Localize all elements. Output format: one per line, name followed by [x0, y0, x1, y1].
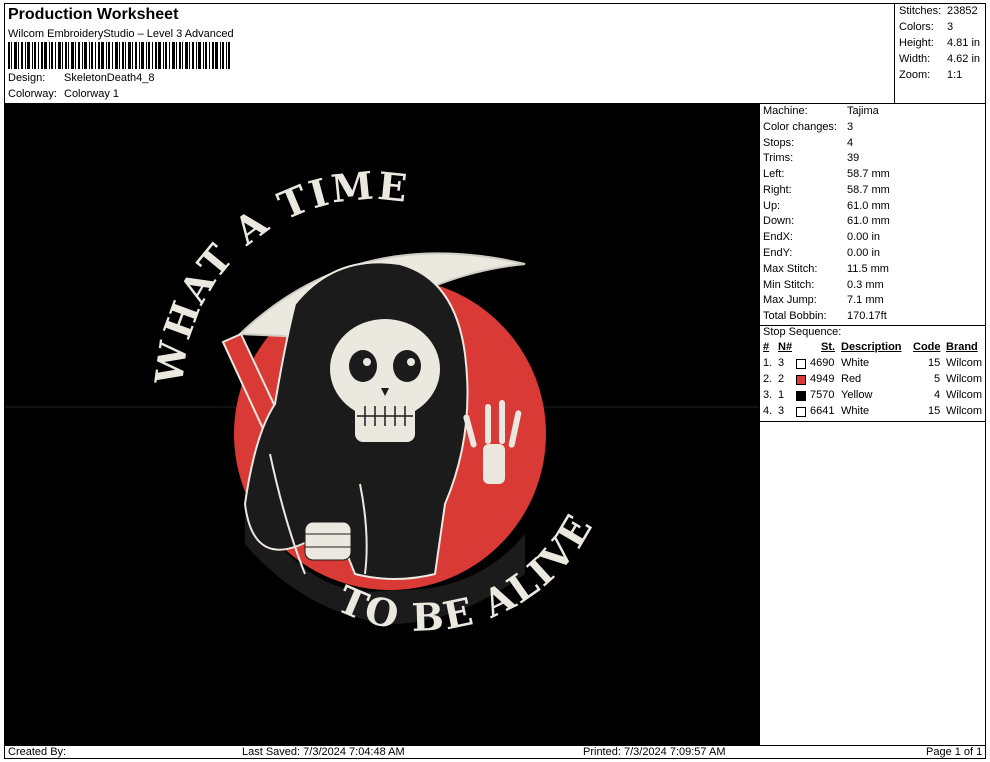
footer-created-by: Created By:: [8, 746, 67, 758]
barcode-image: [8, 42, 230, 69]
stat-zoom: Zoom: 1:1: [899, 69, 963, 81]
stat-colors: Colors: 3: [899, 21, 954, 33]
info-color-changes: Color changes: 3: [763, 121, 854, 133]
info-up: Up: 61.0 mm: [763, 200, 890, 212]
design-label: Design:: [8, 72, 46, 84]
info-max-jump: Max Jump: 7.1 mm: [763, 294, 884, 306]
design-value: SkeletonDeath4_8: [64, 72, 155, 84]
footer-page-number: Page 1 of 1: [926, 746, 983, 758]
seq-header-code: Code: [913, 341, 941, 353]
info-endx: EndX: 0.00 in: [763, 231, 881, 243]
embroidery-design: WHAT A TIME TO BE ALIVE: [5, 162, 759, 640]
stat-width: Width: 4.62 in: [899, 53, 981, 65]
page-title: Production Worksheet: [8, 6, 179, 23]
info-total-bobbin: Total Bobbin: 170.17ft: [763, 310, 887, 322]
skull-left-eye: [349, 350, 377, 382]
info-endy: EndY: 0.00 in: [763, 247, 881, 259]
colorway-row: Colorway: Colorway 1: [8, 88, 119, 100]
skeleton-hand-left: [304, 521, 352, 561]
info-trims: Trims: 39: [763, 152, 860, 164]
design-name-row: Design: SkeletonDeath4_8: [8, 72, 155, 84]
skull-right-eye-highlight: [407, 358, 415, 366]
info-max-stitch: Max Stitch: 11.5 mm: [763, 263, 889, 275]
colorway-value: Colorway 1: [64, 88, 120, 100]
software-subtitle: Wilcom EmbroideryStudio – Level 3 Advanc…: [8, 28, 234, 40]
colorway-label: Colorway:: [8, 88, 57, 100]
color-swatch: [796, 359, 806, 369]
design-preview: WHAT A TIME TO BE ALIVE: [5, 104, 759, 745]
color-swatch: [796, 375, 806, 385]
table-row: 4. 3 6641 White 15 Wilcom: [763, 405, 983, 417]
table-row: 3. 1 7570 Yellow 4 Wilcom: [763, 389, 983, 401]
footer-last-saved: Last Saved: 7/3/2024 7:04:48 AM: [242, 746, 405, 758]
summary-stats: Stitches: 23852 Colors: 3 Height: 4.81 in W…: [894, 3, 986, 103]
footer-printed: Printed: 7/3/2024 7:09:57 AM: [583, 746, 726, 758]
info-stops: Stops: 4: [763, 137, 854, 149]
info-left: Left: 58.7 mm: [763, 168, 890, 180]
table-row: 2. 2 4949 Red 5 Wilcom: [763, 373, 983, 385]
seq-header-description: Description: [841, 341, 902, 353]
stat-height: Height: 4.81 in: [899, 37, 981, 49]
info-machine: Machine: Tajima: [763, 105, 879, 117]
stop-sequence-bottom-divider: [760, 421, 986, 422]
skull-right-eye: [393, 350, 421, 382]
seq-header-num: #: [763, 341, 770, 353]
seq-header-brand: Brand: [946, 341, 978, 353]
stop-sequence-title: Stop Sequence:: [763, 326, 842, 338]
skull-teeth: [357, 406, 413, 426]
stat-stitches: Stitches: 23852: [899, 5, 978, 17]
info-right: Right: 58.7 mm: [763, 184, 890, 196]
seq-header-n: N#: [778, 341, 793, 353]
color-swatch: [796, 407, 806, 417]
machine-info-panel: Machine: Tajima Color changes: 3 Stops: 4 T…: [759, 104, 986, 745]
info-min-stitch: Min Stitch: 0.3 mm: [763, 279, 884, 291]
seq-header-st: St.: [821, 341, 836, 353]
table-row: 1. 3 4690 White 15 Wilcom: [763, 357, 983, 369]
info-down: Down: 61.0 mm: [763, 215, 890, 227]
footer-divider: [4, 745, 986, 746]
skull-left-eye-highlight: [363, 358, 371, 366]
color-swatch: [796, 391, 806, 401]
